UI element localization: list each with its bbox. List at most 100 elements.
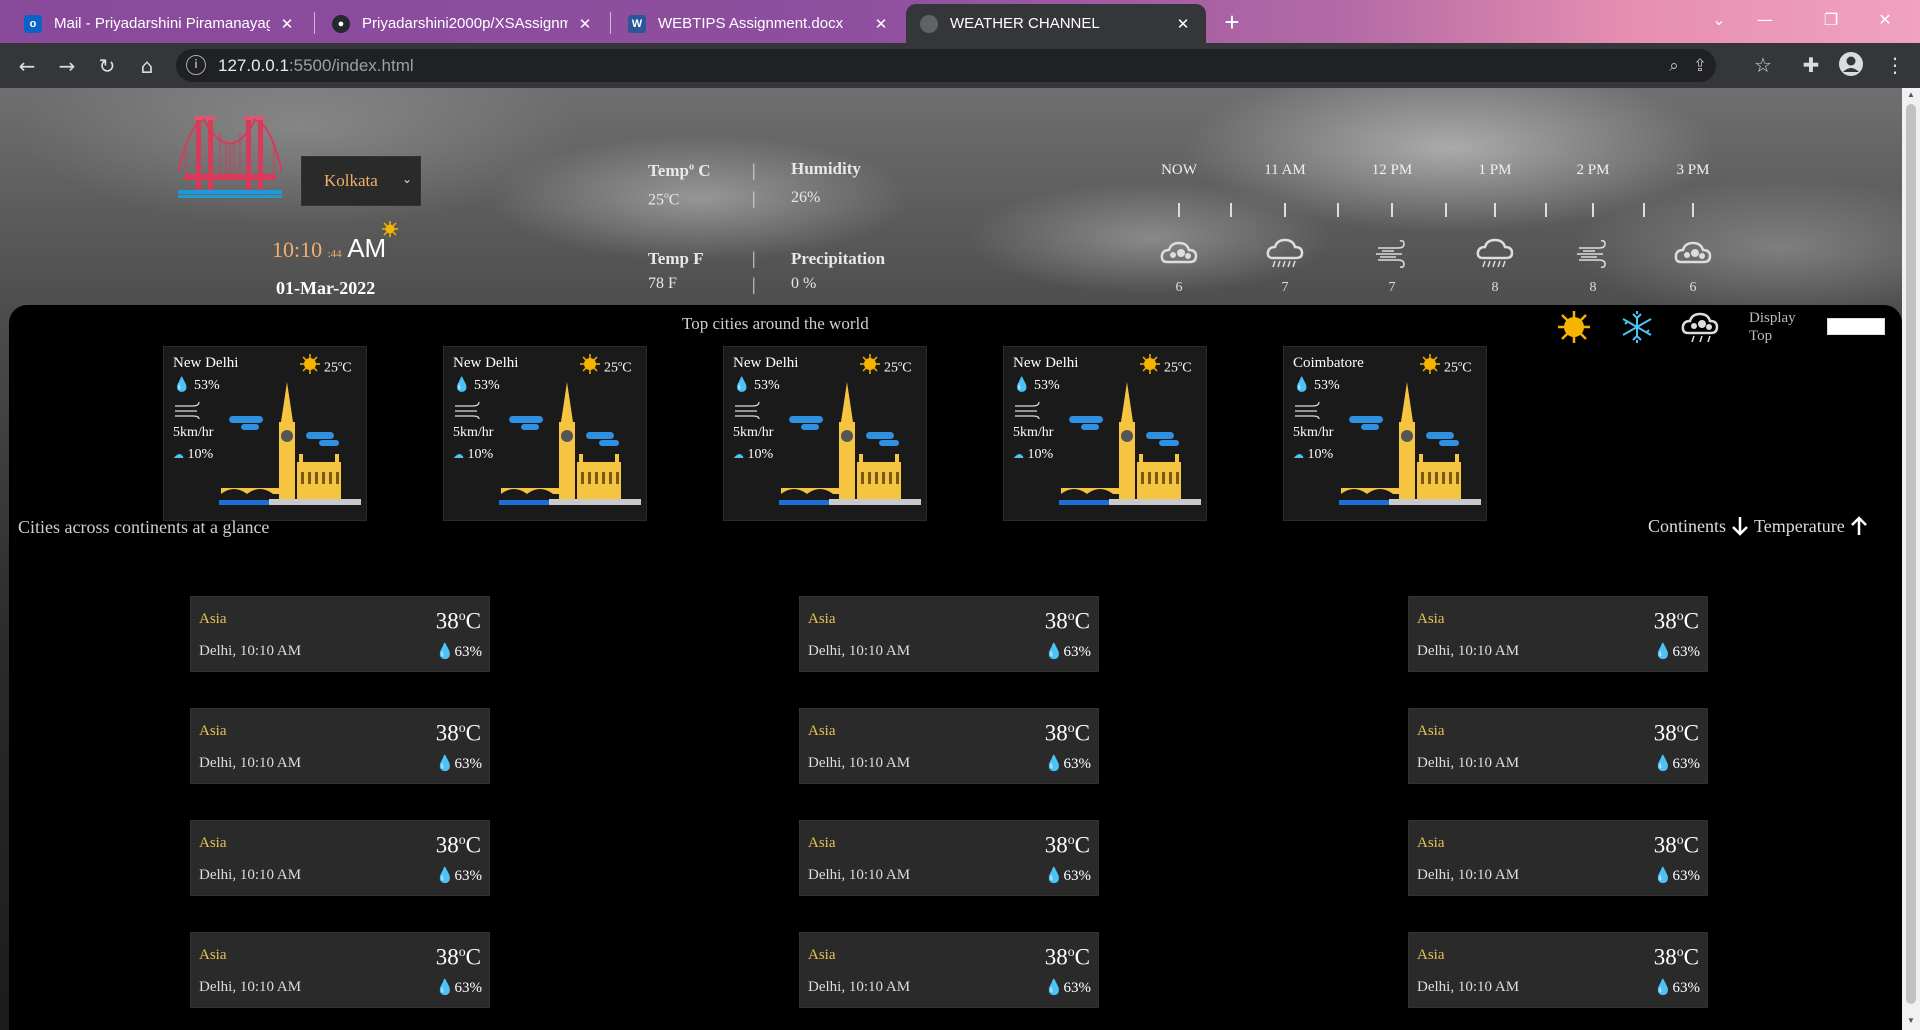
big-ben-illustration-icon bbox=[219, 382, 361, 505]
city-card[interactable]: New Delhi 25oC 💧 53% 5km/hr ☁ 10% bbox=[1003, 346, 1207, 521]
continent-card[interactable]: Asia Delhi, 10:10 AM 38oC 💧 63% bbox=[799, 820, 1099, 896]
tab-mail[interactable]: o Mail - Priyadarshini Piramanayag ✕ bbox=[10, 4, 310, 43]
city-card[interactable]: New Delhi 25oC 💧 53% 5km/hr ☁ 10% bbox=[163, 346, 367, 521]
precipitation-value: 0 % bbox=[791, 275, 817, 292]
continent-card[interactable]: Asia Delhi, 10:10 AM 38oC 💧 63% bbox=[190, 932, 490, 1008]
arrow-down-icon[interactable] bbox=[1730, 515, 1750, 537]
tab-weather[interactable]: WEATHER CHANNEL ✕ bbox=[906, 4, 1206, 43]
new-tab-button[interactable]: + bbox=[1217, 8, 1247, 38]
zoom-icon[interactable]: ⌕ bbox=[1662, 54, 1686, 78]
share-icon[interactable]: ⇪ bbox=[1688, 54, 1712, 78]
reload-icon[interactable]: ↻ bbox=[92, 51, 122, 81]
city-name: New Delhi bbox=[173, 355, 239, 371]
temp-number: 38 bbox=[1653, 832, 1677, 858]
drop-icon: 💧 bbox=[1044, 756, 1064, 772]
degree-sup: o bbox=[1067, 944, 1075, 959]
arrow-up-icon[interactable] bbox=[1849, 515, 1869, 537]
home-icon[interactable]: ⌂ bbox=[132, 51, 162, 81]
hour-value: 6 bbox=[1689, 280, 1697, 295]
drop-icon: 💧 bbox=[435, 868, 455, 884]
continent-temp: 38oC bbox=[1045, 944, 1090, 971]
degree-sup: o bbox=[1067, 720, 1075, 735]
continent-card[interactable]: Asia Delhi, 10:10 AM 38oC 💧 63% bbox=[799, 708, 1099, 784]
city-precip-value: 10% bbox=[467, 447, 494, 462]
city-name: New Delhi bbox=[1013, 355, 1079, 371]
continent-card[interactable]: Asia Delhi, 10:10 AM 38oC 💧 63% bbox=[1408, 596, 1708, 672]
continent-card[interactable]: Asia Delhi, 10:10 AM 38oC 💧 63% bbox=[799, 932, 1099, 1008]
page-scrollbar[interactable]: ▲ ▼ bbox=[1902, 88, 1920, 1030]
temp-unit: C bbox=[1683, 608, 1699, 634]
tab-word[interactable]: W WEBTIPS Assignment.docx ✕ bbox=[614, 4, 904, 43]
profile-avatar-icon[interactable] bbox=[1836, 49, 1866, 79]
continent-card[interactable]: Asia Delhi, 10:10 AM 38oC 💧 63% bbox=[190, 708, 490, 784]
rain-cloud-icon: ☁ bbox=[1013, 449, 1024, 461]
restore-button[interactable]: ❐ bbox=[1808, 0, 1854, 38]
city-humidity-value: 53% bbox=[1313, 378, 1340, 393]
city-temp-unit: C bbox=[902, 360, 912, 376]
degree-sup: o bbox=[1676, 720, 1684, 735]
city-select[interactable]: Kolkata ⌄ bbox=[301, 156, 421, 206]
close-icon[interactable]: ✕ bbox=[278, 15, 296, 33]
rain-cloud-icon: ☁ bbox=[733, 449, 744, 461]
city-time: Delhi, 10:10 AM bbox=[1417, 643, 1520, 659]
extensions-icon[interactable]: ✚ bbox=[1796, 50, 1826, 80]
address-bar[interactable]: i 127.0.0.1:5500/index.html ⌕ ⇪ bbox=[176, 49, 1716, 82]
display-top-input[interactable] bbox=[1827, 318, 1885, 335]
close-window-button[interactable]: ✕ bbox=[1862, 0, 1908, 38]
city-temp-number: 25 bbox=[1164, 360, 1178, 376]
rainy-filter-icon[interactable] bbox=[1680, 309, 1720, 345]
tab-search-icon[interactable]: ⌄ bbox=[1696, 0, 1742, 38]
city-time: Delhi, 10:10 AM bbox=[808, 755, 911, 771]
continent-card[interactable]: Asia Delhi, 10:10 AM 38oC 💧 63% bbox=[190, 596, 490, 672]
city-card[interactable]: Coimbatore 25oC 💧 53% 5km/hr ☁ 10% bbox=[1283, 346, 1487, 521]
menu-kebab-icon[interactable]: ⋮ bbox=[1880, 50, 1910, 80]
big-ben-illustration-icon bbox=[779, 382, 921, 505]
temp-c-number: 25 bbox=[648, 191, 664, 209]
city-name: New Delhi bbox=[733, 355, 799, 371]
hour-tick bbox=[1592, 203, 1594, 217]
globe-icon bbox=[920, 14, 938, 33]
continent-name: Asia bbox=[808, 723, 836, 739]
city-card[interactable]: New Delhi 25oC 💧 53% 5km/hr ☁ 10% bbox=[443, 346, 647, 521]
city-humidity-value: 53% bbox=[473, 378, 500, 393]
close-icon[interactable]: ✕ bbox=[1174, 15, 1192, 33]
snowflake-filter-icon[interactable] bbox=[1617, 309, 1657, 345]
degree-sup: o bbox=[458, 944, 466, 959]
sort-continents-label[interactable]: Continents bbox=[1648, 516, 1726, 537]
sunny-filter-icon[interactable] bbox=[1554, 309, 1594, 345]
scroll-down-icon[interactable]: ▼ bbox=[1906, 1016, 1916, 1026]
continent-card[interactable]: Asia Delhi, 10:10 AM 38oC 💧 63% bbox=[1408, 820, 1708, 896]
continent-card[interactable]: Asia Delhi, 10:10 AM 38oC 💧 63% bbox=[1408, 708, 1708, 784]
sort-temperature-label[interactable]: Temperature bbox=[1754, 516, 1845, 537]
site-info-icon[interactable]: i bbox=[186, 55, 206, 75]
wind-icon bbox=[1295, 401, 1320, 420]
city-humidity-value: 53% bbox=[193, 378, 220, 393]
continent-card[interactable]: Asia Delhi, 10:10 AM 38oC 💧 63% bbox=[190, 820, 490, 896]
bookmark-star-icon[interactable]: ☆ bbox=[1748, 50, 1778, 80]
sort-controls: Continents Temperature bbox=[1648, 515, 1873, 537]
back-icon[interactable]: ← bbox=[12, 51, 42, 81]
close-icon[interactable]: ✕ bbox=[576, 15, 594, 33]
close-icon[interactable]: ✕ bbox=[872, 15, 890, 33]
hour-tick bbox=[1692, 203, 1694, 217]
hour-tick bbox=[1643, 203, 1645, 217]
hour-label: 3 PM bbox=[1676, 162, 1710, 178]
city-wind: 5km/hr bbox=[1293, 425, 1334, 440]
tab-github[interactable]: ● Priyadarshini2000p/XSAssignmen ✕ bbox=[318, 4, 608, 43]
scroll-up-icon[interactable]: ▲ bbox=[1906, 90, 1916, 100]
drop-icon: 💧 bbox=[733, 378, 751, 393]
humidity-value: 63% bbox=[1672, 756, 1701, 772]
city-temp-unit: C bbox=[342, 360, 352, 376]
degree-sup: o bbox=[1067, 608, 1075, 623]
continent-card[interactable]: Asia Delhi, 10:10 AM 38oC 💧 63% bbox=[799, 596, 1099, 672]
minimize-button[interactable]: — bbox=[1742, 0, 1788, 38]
humidity-value: 63% bbox=[1063, 980, 1092, 996]
stat-separator: | bbox=[752, 188, 756, 208]
city-card[interactable]: New Delhi 25oC 💧 53% 5km/hr ☁ 10% bbox=[723, 346, 927, 521]
hour-tick bbox=[1545, 203, 1547, 217]
humidity-value: 63% bbox=[1672, 980, 1701, 996]
drop-icon: 💧 bbox=[1653, 868, 1673, 884]
forward-icon[interactable]: → bbox=[52, 51, 82, 81]
scrollbar-thumb[interactable] bbox=[1906, 104, 1916, 1004]
continent-card[interactable]: Asia Delhi, 10:10 AM 38oC 💧 63% bbox=[1408, 932, 1708, 1008]
